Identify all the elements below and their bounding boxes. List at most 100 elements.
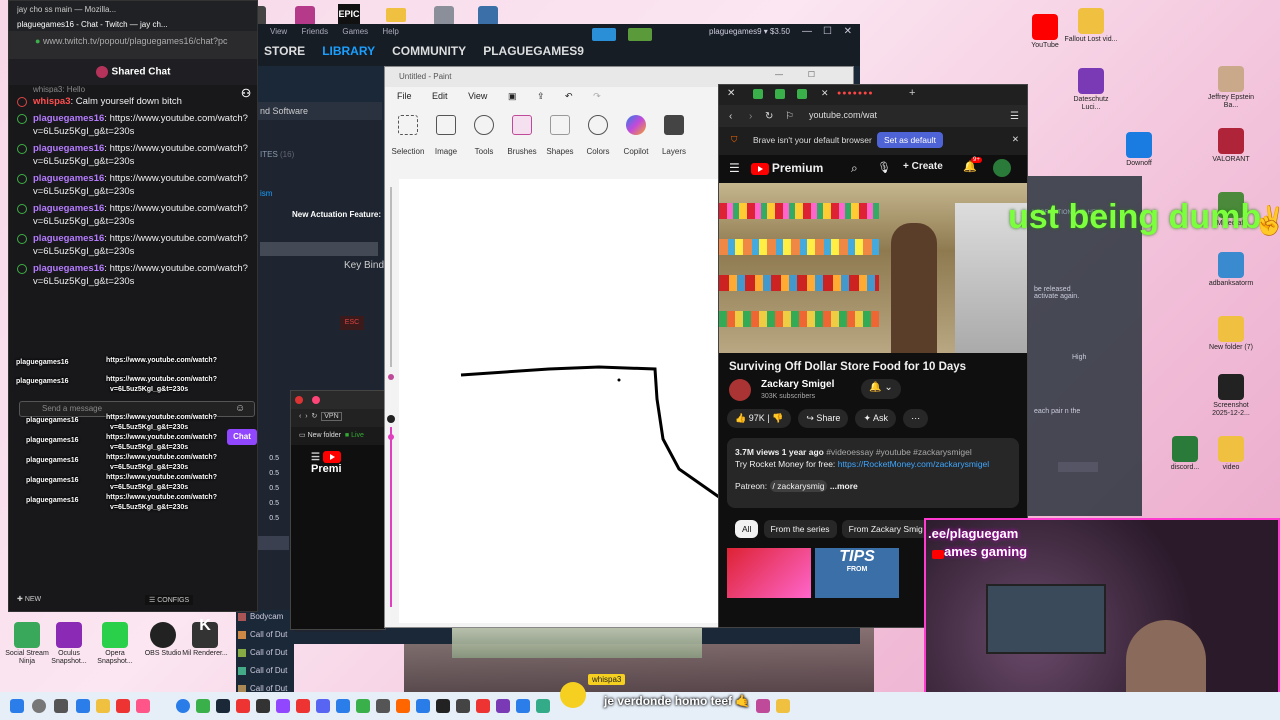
app-icon[interactable] bbox=[536, 699, 550, 713]
game-item[interactable]: Call of Dut bbox=[236, 628, 294, 641]
bookmark-live[interactable]: ■ Live bbox=[345, 432, 364, 439]
desktop-icon-jeffrey[interactable]: Jeffrey Epstein Ba... bbox=[1204, 66, 1258, 110]
discord-icon[interactable] bbox=[316, 699, 330, 713]
search-icon[interactable]: ⌕ bbox=[851, 161, 858, 176]
steam-filter[interactable]: nd Software bbox=[256, 102, 382, 120]
app-icon[interactable] bbox=[176, 699, 190, 713]
steam-menu-help[interactable]: Help bbox=[382, 27, 398, 36]
new-button[interactable]: ✚ NEW bbox=[17, 595, 41, 603]
ask-button[interactable]: ✦ Ask bbox=[855, 409, 897, 428]
chip-channel[interactable]: From Zackary Smig bbox=[841, 520, 930, 538]
channel-name[interactable]: Zackary Smigel bbox=[761, 379, 834, 390]
app-icon[interactable] bbox=[76, 699, 90, 713]
menu-edit[interactable]: Edit bbox=[432, 91, 448, 101]
tool-brushes[interactable]: Brushes bbox=[503, 113, 541, 157]
menu-file[interactable]: File bbox=[397, 91, 412, 101]
youtube-logo-icon[interactable] bbox=[322, 451, 341, 464]
more-actions-button[interactable]: ⋯ bbox=[903, 409, 929, 428]
desktop-icon-3[interactable] bbox=[434, 6, 454, 26]
tool-shapes[interactable]: Shapes bbox=[541, 113, 579, 157]
close-banner-icon[interactable]: ✕ bbox=[1012, 134, 1019, 145]
like-button[interactable]: 👍 97K | 👎 bbox=[727, 409, 792, 428]
desktop-icon-valorant[interactable]: VALORANT bbox=[1204, 128, 1258, 164]
share-icon[interactable]: ⇪ bbox=[537, 91, 545, 101]
avatar[interactable] bbox=[993, 159, 1011, 177]
more-link[interactable]: ...more bbox=[830, 481, 858, 491]
desktop-icon-video[interactable]: video bbox=[1204, 436, 1258, 472]
steam-menu-games[interactable]: Games bbox=[342, 27, 368, 36]
minimize-icon[interactable]: — bbox=[802, 26, 812, 37]
forward-icon[interactable]: › bbox=[749, 111, 752, 122]
channel-avatar[interactable] bbox=[729, 379, 751, 401]
desktop-icon-fallout[interactable]: Fallout Lost vid... bbox=[1064, 8, 1118, 44]
steam-menu-view[interactable]: View bbox=[270, 27, 287, 36]
app-icon[interactable] bbox=[416, 699, 430, 713]
tab-icon[interactable] bbox=[753, 89, 763, 99]
menu-view[interactable]: View bbox=[468, 91, 487, 101]
tab-icon[interactable] bbox=[775, 89, 785, 99]
minimize-icon[interactable]: — bbox=[775, 70, 783, 79]
thumbnail[interactable]: TIPS FROM bbox=[815, 548, 899, 598]
thumbnail[interactable] bbox=[727, 548, 811, 598]
tool-tools[interactable]: Tools bbox=[465, 113, 503, 157]
steam-slider[interactable] bbox=[260, 242, 378, 256]
desktop-icon-dateschutz[interactable]: Dateschutz Luci... bbox=[1064, 68, 1118, 112]
x-icon[interactable]: ✕ bbox=[727, 88, 735, 99]
app-icon[interactable] bbox=[256, 699, 270, 713]
redo-icon[interactable]: ↷ bbox=[593, 91, 601, 101]
rocket-link[interactable]: https://RocketMoney.com/zackarysmigel bbox=[838, 459, 989, 469]
steam-notifications-button[interactable] bbox=[628, 28, 652, 41]
maximize-icon[interactable]: ☐ bbox=[823, 26, 832, 37]
undo-icon[interactable]: ↶ bbox=[565, 91, 573, 101]
menu-icon[interactable]: ☰ bbox=[311, 452, 323, 463]
game-item[interactable]: Call of Dut bbox=[236, 646, 294, 659]
game-item[interactable]: Call of Dut bbox=[236, 664, 294, 677]
app-icon[interactable] bbox=[236, 699, 250, 713]
vpn-badge[interactable]: VPN bbox=[321, 412, 342, 421]
app-icon[interactable] bbox=[196, 699, 210, 713]
steam-broadcast-button[interactable] bbox=[592, 28, 616, 41]
tool-colors[interactable]: Colors bbox=[579, 113, 617, 157]
app-icon[interactable] bbox=[476, 699, 490, 713]
video-player[interactable] bbox=[719, 183, 1027, 353]
steam-menu-friends[interactable]: Friends bbox=[301, 27, 328, 36]
url-bar[interactable]: ● www.twitch.tv/popout/plaguegames16/cha… bbox=[9, 31, 257, 53]
address-bar[interactable]: ‹ › ↻ ⚐ youtube.com/wat ☰ bbox=[719, 105, 1027, 127]
app-icon[interactable] bbox=[516, 699, 530, 713]
close-icon[interactable]: ✕ bbox=[844, 26, 852, 37]
maximize-icon[interactable]: ☐ bbox=[808, 70, 815, 79]
create-button[interactable]: + Create bbox=[903, 161, 943, 172]
steam-account[interactable]: plaguegames9 ▾ $3.50 bbox=[709, 27, 790, 36]
set-default-button[interactable]: Set as default bbox=[877, 132, 943, 148]
chip-all[interactable]: All bbox=[735, 520, 759, 538]
save-icon[interactable]: ▣ bbox=[508, 91, 517, 101]
patreon-link[interactable]: / zackarysmig bbox=[769, 480, 828, 492]
desktop-icon-2[interactable] bbox=[295, 6, 315, 26]
app-icon[interactable] bbox=[296, 699, 310, 713]
reload-icon[interactable]: ↻ bbox=[765, 111, 773, 122]
taskview-icon[interactable] bbox=[54, 699, 68, 713]
desktop-icon-mil-renderer[interactable]: K Mil Renderer... bbox=[178, 618, 232, 658]
app-icon[interactable] bbox=[756, 699, 770, 713]
app-icon[interactable] bbox=[116, 699, 130, 713]
tool-layers[interactable]: Layers bbox=[655, 113, 693, 157]
desktop-icon-opera[interactable]: Opera Snapshot... bbox=[88, 622, 142, 666]
bookmark-icon[interactable]: ⚐ bbox=[785, 111, 794, 122]
explorer-icon[interactable] bbox=[96, 699, 110, 713]
subscribed-bell-button[interactable]: 🔔 ⌄ bbox=[861, 379, 901, 399]
steam-nav-store[interactable]: STORE bbox=[264, 44, 305, 58]
steam-icon[interactable] bbox=[216, 699, 230, 713]
epic-icon[interactable]: EPIC bbox=[338, 4, 360, 26]
reload-icon[interactable]: ↻ bbox=[311, 413, 317, 420]
tool-copilot[interactable]: Copilot bbox=[617, 113, 655, 157]
tab-chat[interactable]: plaguegames16 - Chat - Twitch — jay ch..… bbox=[17, 20, 249, 29]
configs-button[interactable]: ☰ CONFIGS bbox=[145, 595, 194, 605]
tab-main[interactable]: jay cho ss main — Mozilla... bbox=[17, 5, 249, 14]
back-icon[interactable]: ‹ bbox=[729, 111, 732, 122]
brave-icon[interactable] bbox=[396, 699, 410, 713]
share-button[interactable]: ↪ Share bbox=[798, 409, 849, 428]
steam-nav-community[interactable]: COMMUNITY bbox=[392, 44, 466, 58]
emote-icon[interactable]: ☺ bbox=[235, 403, 245, 414]
app-icon[interactable] bbox=[336, 699, 350, 713]
app-icon[interactable] bbox=[496, 699, 510, 713]
